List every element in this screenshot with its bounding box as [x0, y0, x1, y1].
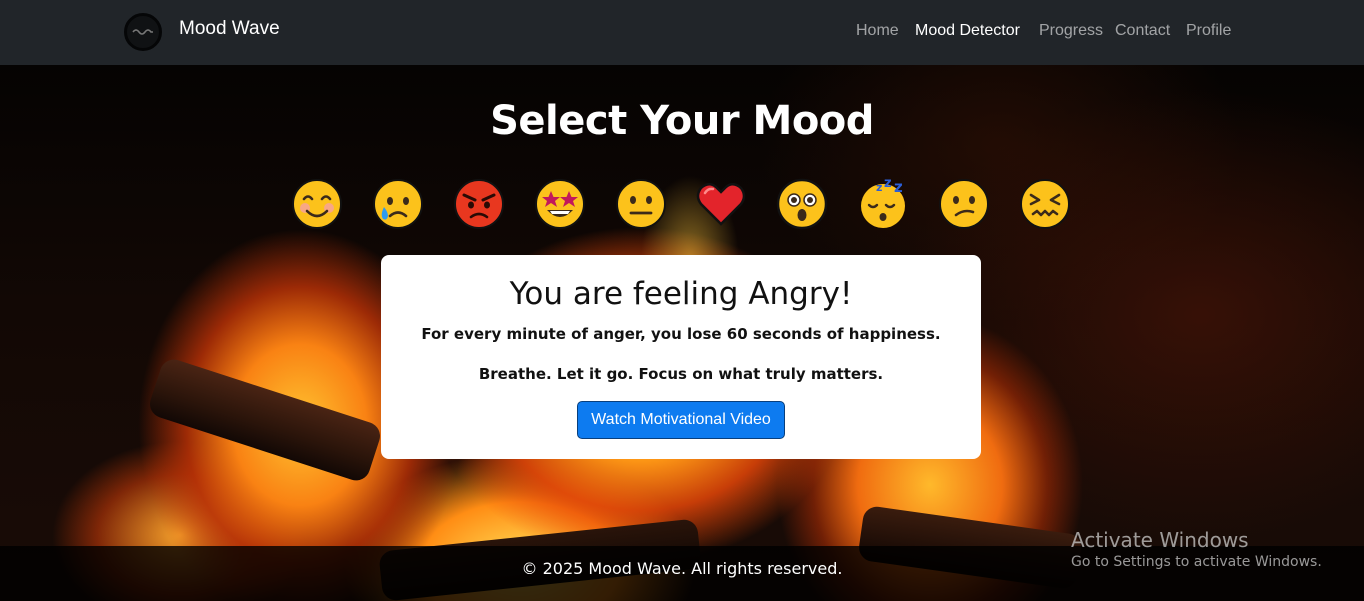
sleeping-face-icon[interactable]: z z z	[856, 177, 910, 231]
neutral-face-icon[interactable]	[614, 177, 668, 231]
nav-item-mood-detector[interactable]: Mood Detector	[915, 22, 1020, 40]
crying-face-icon[interactable]	[371, 177, 425, 231]
angry-face-icon[interactable]	[452, 177, 506, 231]
astonished-face-icon[interactable]	[775, 177, 829, 231]
svg-text:z: z	[884, 177, 892, 191]
mood-selector: z z z	[0, 177, 1364, 231]
nav-links: Home Mood Detector Progress Contact Prof…	[0, 22, 1364, 44]
watch-motivational-video-button[interactable]: Watch Motivational Video	[577, 401, 785, 439]
navbar: Mood Wave Home Mood Detector Progress Co…	[0, 0, 1364, 65]
log-shape	[146, 355, 384, 485]
page-title: Select Your Mood	[490, 98, 874, 144]
nav-item-contact[interactable]: Contact	[1115, 22, 1170, 40]
svg-text:z: z	[876, 181, 882, 194]
star-struck-face-icon[interactable]	[533, 177, 587, 231]
confounded-face-icon[interactable]	[1018, 177, 1072, 231]
activate-windows-watermark: Activate Windows Go to Settings to activ…	[1071, 528, 1322, 570]
confused-face-icon[interactable]	[937, 177, 991, 231]
mood-message: For every minute of anger, you lose 60 s…	[421, 325, 941, 343]
mood-result-title: You are feeling Angry!	[509, 276, 853, 312]
red-heart-icon[interactable]	[694, 177, 748, 231]
svg-text:z: z	[894, 178, 903, 196]
mood-advice: Breathe. Let it go. Focus on what truly …	[478, 365, 884, 383]
nav-item-progress[interactable]: Progress	[1039, 22, 1103, 40]
watermark-subtitle: Go to Settings to activate Windows.	[1071, 554, 1322, 570]
smiling-face-icon[interactable]	[290, 177, 344, 231]
nav-item-profile[interactable]: Profile	[1186, 22, 1231, 40]
mood-result-card: You are feeling Angry! For every minute …	[381, 255, 981, 459]
nav-item-home[interactable]: Home	[856, 22, 899, 40]
watermark-title: Activate Windows	[1071, 528, 1249, 552]
